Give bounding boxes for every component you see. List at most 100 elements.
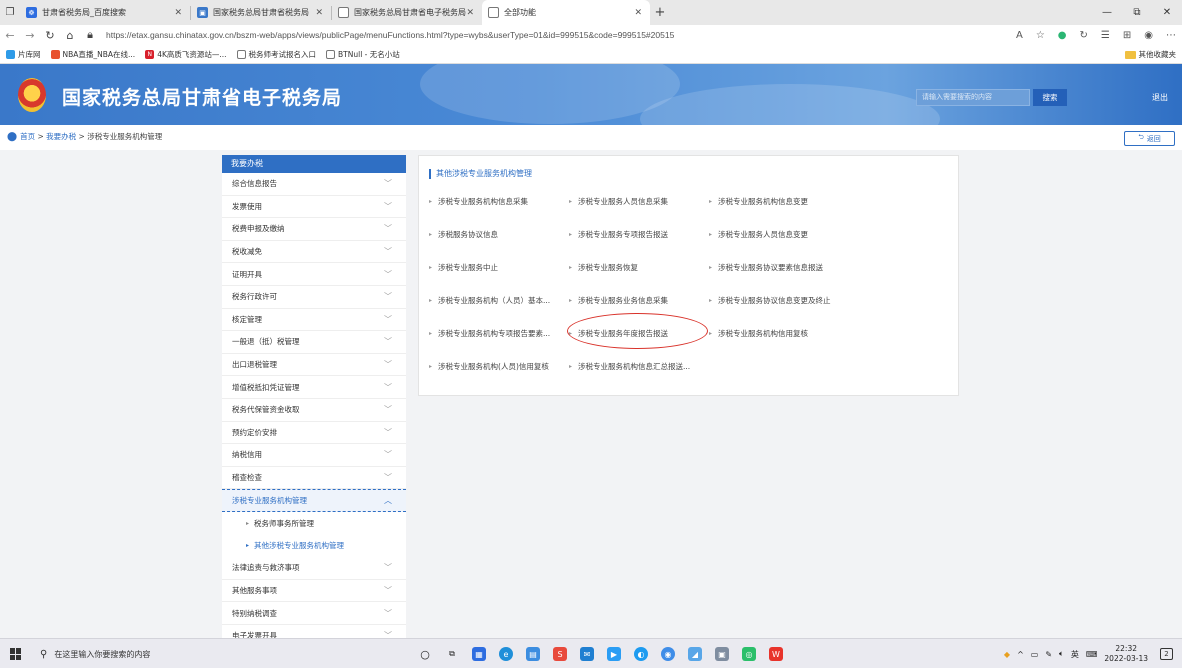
sidebar-item[interactable]: 法律追责与救济事项 ﹀ <box>222 557 406 580</box>
breadcrumb-level1[interactable]: 我要办税 <box>46 131 76 142</box>
show-hidden-icons-icon[interactable]: ^ <box>1017 650 1024 659</box>
pen-icon[interactable]: ✎ <box>1045 650 1052 659</box>
function-link[interactable]: ▸ 涉税专业服务机构信息汇总报送... <box>569 361 690 372</box>
function-link[interactable]: ▸ 涉税专业服务机构信用复核 <box>709 328 808 339</box>
sidebar-item[interactable]: 综合信息报告 ﹀ <box>222 173 406 196</box>
function-link[interactable]: ▸ 涉税专业服务恢复 <box>569 262 638 273</box>
mail-icon[interactable]: ✉ <box>580 647 594 661</box>
forward-arrow-icon[interactable]: → <box>20 29 40 42</box>
windows-start-icon[interactable] <box>10 648 22 660</box>
sidebar-item[interactable]: 出口退税管理 ﹀ <box>222 354 406 377</box>
cortana-icon[interactable]: ○ <box>418 647 432 661</box>
close-window-icon[interactable]: ✕ <box>1152 0 1182 25</box>
app-icon[interactable]: ▣ <box>715 647 729 661</box>
keyboard-icon[interactable]: ⌨ <box>1086 650 1098 659</box>
back-arrow-icon[interactable]: ← <box>0 29 20 42</box>
function-link[interactable]: ▸ 涉税专业服务专项报告报送 <box>569 229 668 240</box>
new-tab-icon[interactable]: + <box>650 5 670 20</box>
favorites-list-icon[interactable]: ☰ <box>1101 30 1110 41</box>
home-icon[interactable]: ⌂ <box>60 29 80 42</box>
function-link[interactable]: ▸ 涉税专业服务协议信息变更及终止 <box>709 295 831 306</box>
sidebar-item[interactable]: 发票使用 ﹀ <box>222 196 406 219</box>
edge-browser-icon[interactable]: e <box>499 647 513 661</box>
function-link[interactable]: ▸ 涉税专业服务机构（人员）基本... <box>429 295 550 306</box>
close-tab-icon[interactable]: ✕ <box>634 8 642 18</box>
close-tab-icon[interactable]: ✕ <box>315 8 323 18</box>
bookmark[interactable]: BTNull - 无名小站 <box>326 49 400 60</box>
task-view-icon[interactable]: ⧉ <box>445 647 459 661</box>
tray-app-icon[interactable]: ◆ <box>1004 650 1010 659</box>
chat-app-icon[interactable]: ◐ <box>634 647 648 661</box>
bookmark[interactable]: NBA直播_NBA在线... <box>50 49 135 60</box>
other-bookmarks[interactable]: 其他收藏夹 <box>1124 45 1176 64</box>
volume-icon[interactable]: 🔈︎ <box>1059 649 1064 659</box>
header-search-button[interactable]: 搜索 <box>1033 89 1067 106</box>
wechat-icon[interactable]: ◎ <box>742 647 756 661</box>
minimize-icon[interactable]: — <box>1092 0 1122 25</box>
app-icon[interactable]: ◢ <box>688 647 702 661</box>
close-tab-icon[interactable]: ✕ <box>174 8 182 18</box>
sidebar-subitem-current[interactable]: ▸ 其他涉税专业服务机构管理 <box>222 534 406 558</box>
sidebar-item[interactable]: 特别纳税调查 ﹀ <box>222 602 406 625</box>
app-icon[interactable]: S <box>553 647 567 661</box>
function-link[interactable]: ▸ 涉税专业服务机构专项报告要素... <box>429 328 550 339</box>
app-icon[interactable]: ◉ <box>661 647 675 661</box>
sidebar-item[interactable]: 税费申报及缴纳 ﹀ <box>222 218 406 241</box>
function-link[interactable]: ▸ 涉税专业服务机构信息变更 <box>709 196 808 207</box>
bookmark[interactable]: 税务师考试报名入口 <box>236 49 316 60</box>
collections-icon[interactable]: ⊞ <box>1123 30 1131 41</box>
browser-tab[interactable]: 国家税务总局甘肃省电子税务局 ✕ <box>332 0 482 25</box>
function-link[interactable]: ▸ 涉税专业服务机构信息采集 <box>429 196 528 207</box>
url-field[interactable]: https://etax.gansu.chinatax.gov.cn/bszm-… <box>106 30 674 40</box>
file-explorer-icon[interactable]: ▤ <box>526 647 540 661</box>
function-link[interactable]: ▸ 涉税专业服务中止 <box>429 262 498 273</box>
sidebar-item[interactable]: 税务代保管资金收取 ﹀ <box>222 399 406 422</box>
profile-avatar-icon[interactable]: ◉ <box>1144 30 1153 41</box>
sidebar-item[interactable]: 税务行政许可 ﹀ <box>222 286 406 309</box>
sidebar-item[interactable]: 预约定价安排 ﹀ <box>222 422 406 445</box>
sync-icon[interactable]: ↻ <box>1080 30 1088 41</box>
bookmark[interactable]: 片库网 <box>6 49 41 60</box>
sidebar-item-active[interactable]: 涉税专业服务机构管理 ︿ <box>222 489 406 512</box>
extension-icon[interactable]: ● <box>1058 30 1067 41</box>
function-link[interactable]: ▸ 涉税专业服务协议要素信息报送 <box>709 262 823 273</box>
logout-link[interactable]: 退出 <box>1152 92 1168 103</box>
sidebar-item[interactable]: 税收减免 ﹀ <box>222 241 406 264</box>
bookmark[interactable]: N 4K高质飞资源站—... <box>145 49 227 60</box>
restore-icon[interactable]: ⧉ <box>1122 0 1152 25</box>
taskbar-search[interactable]: ⚲ 在这里输入你要搜索的内容 <box>36 644 232 664</box>
read-aloud-icon[interactable]: A <box>1016 30 1023 41</box>
wps-icon[interactable]: W <box>769 647 783 661</box>
ime-indicator[interactable]: 英 <box>1071 649 1079 660</box>
sidebar-item[interactable]: 一般退（抵）税管理 ﹀ <box>222 331 406 354</box>
browser-tab[interactable]: ☸ 甘肃省税务局_百度搜索 ✕ <box>20 0 190 25</box>
function-link[interactable]: ▸ 涉税专业服务机构(人员)信用复核 <box>429 361 549 372</box>
video-app-icon[interactable]: ▶ <box>607 647 621 661</box>
sidebar-subitem[interactable]: ▸ 税务师事务所管理 <box>222 511 406 535</box>
browser-tab-active[interactable]: 全部功能 ✕ <box>482 0 650 25</box>
function-link[interactable]: ▸ 涉税专业服务业务信息采集 <box>569 295 668 306</box>
sidebar-item[interactable]: 核定管理 ﹀ <box>222 309 406 332</box>
function-link[interactable]: ▸ 涉税服务协议信息 <box>429 229 498 240</box>
app-icon[interactable]: ▦ <box>472 647 486 661</box>
browser-tab[interactable]: ▣ 国家税务总局甘肃省税务局 ✕ <box>191 0 331 25</box>
close-tab-icon[interactable]: ✕ <box>466 8 474 18</box>
network-icon[interactable]: ▭ <box>1031 650 1039 659</box>
notification-center-icon[interactable]: 2 <box>1160 648 1173 660</box>
breadcrumb-home[interactable]: 首页 <box>20 131 35 142</box>
header-search-input[interactable]: 请输入需要搜索的内容 <box>916 89 1030 106</box>
back-button[interactable]: ⮌ 返回 <box>1124 131 1175 146</box>
sidebar-item[interactable]: 电子发票开具 ﹀ <box>222 625 406 638</box>
clock[interactable]: 22:32 2022-03-13 <box>1104 644 1148 664</box>
sidebar-item[interactable]: 稽查检查 ﹀ <box>222 467 406 490</box>
tab-actions-icon[interactable]: ❐ <box>0 0 20 25</box>
refresh-icon[interactable]: ↻ <box>40 29 60 42</box>
sidebar-item[interactable]: 其他服务事项 ﹀ <box>222 580 406 603</box>
sidebar-item[interactable]: 证明开具 ﹀ <box>222 263 406 286</box>
function-link[interactable]: ▸ 涉税专业服务人员信息变更 <box>709 229 808 240</box>
more-menu-icon[interactable]: ⋯ <box>1166 30 1176 41</box>
sidebar-item[interactable]: 纳税信用 ﹀ <box>222 444 406 467</box>
favorite-star-icon[interactable]: ☆ <box>1036 30 1045 41</box>
sidebar-item[interactable]: 增值税抵扣凭证管理 ﹀ <box>222 376 406 399</box>
function-link[interactable]: ▸ 涉税专业服务人员信息采集 <box>569 196 668 207</box>
